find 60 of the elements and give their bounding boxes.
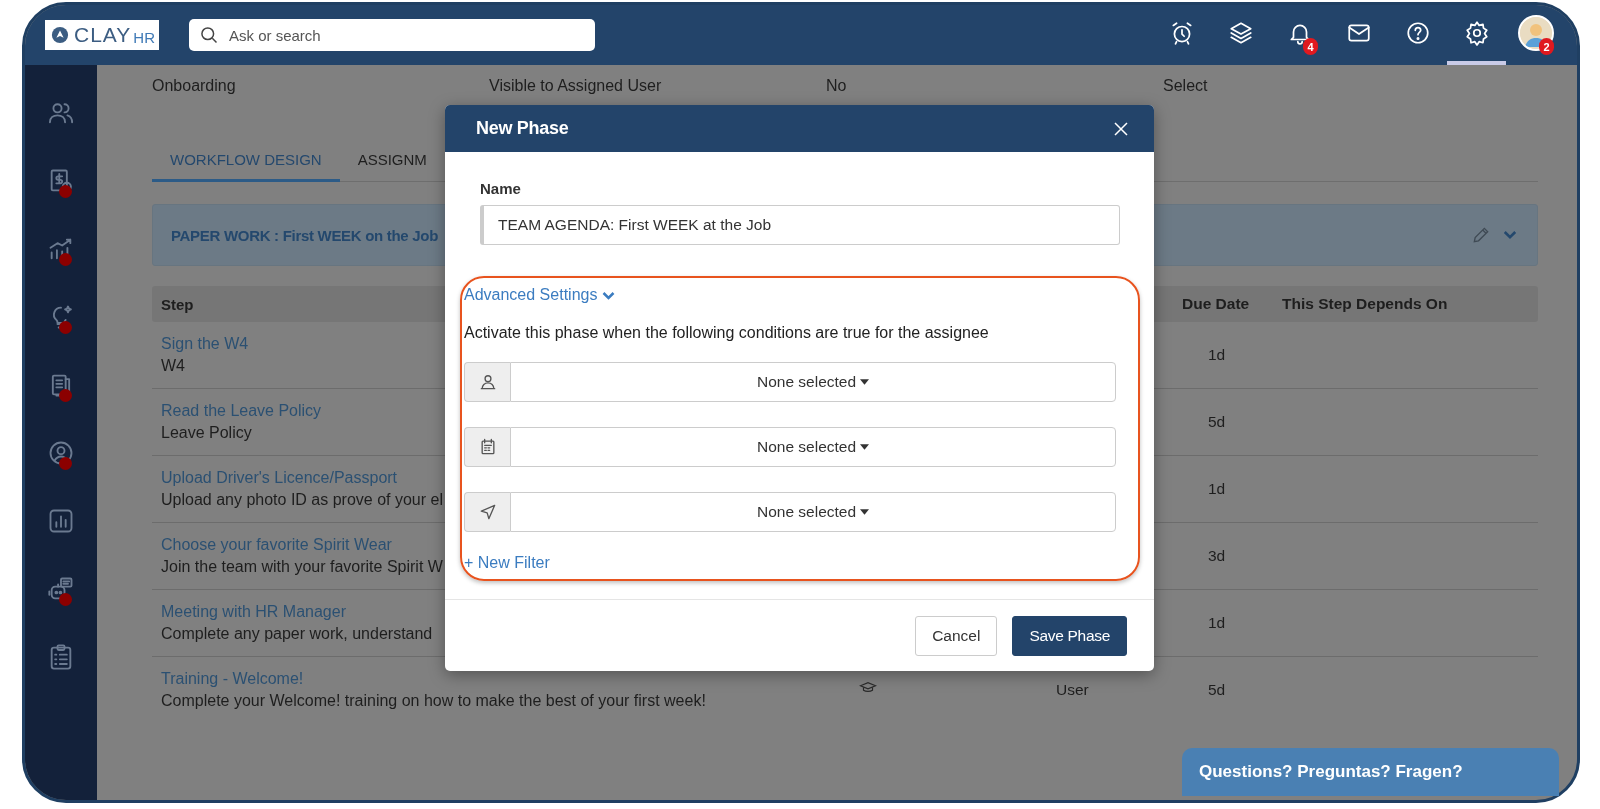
- phase-title: PAPER WORK : First WEEK on the Job: [171, 226, 439, 244]
- notification-badge: 2: [1539, 38, 1554, 55]
- table-cell-text: 1d: [1207, 614, 1226, 631]
- tab[interactable]: ASSIGNM: [339, 141, 445, 182]
- calendar-icon: [464, 427, 510, 468]
- dropdown[interactable]: None selected: [510, 492, 1116, 533]
- table-cell-text: 5d: [1207, 681, 1226, 698]
- logo-mark-icon: [51, 26, 69, 44]
- logo[interactable]: CLAY HR: [45, 20, 159, 50]
- field-value: Onboarding: [152, 77, 237, 95]
- toolbar-button[interactable]: 4: [1270, 5, 1329, 65]
- tab[interactable]: WORKFLOW DESIGN: [152, 141, 340, 182]
- search-icon: [199, 25, 219, 45]
- save-button[interactable]: Save Phase: [1012, 615, 1127, 656]
- help-icon: [1404, 20, 1431, 46]
- modal-title: New Phase: [476, 118, 569, 140]
- logo-text: CLAY: [74, 23, 132, 47]
- chat-button[interactable]: Questions? Preguntas? Fragen?: [1182, 748, 1559, 796]
- step-description: Upload any photo ID as prove of your el: [161, 491, 443, 509]
- logo-suffix: HR: [133, 28, 155, 46]
- dropdown[interactable]: None selected: [510, 427, 1116, 468]
- dropdown[interactable]: None selected: [510, 362, 1116, 403]
- advanced-settings-link[interactable]: Advanced Settings: [464, 286, 617, 305]
- caret-icon: [860, 509, 870, 516]
- field-value: No: [826, 77, 848, 95]
- layers-icon: [1227, 20, 1254, 46]
- field-label: Name: [480, 180, 522, 198]
- table-cell-text: 5d: [1207, 413, 1226, 430]
- settings-icon: [1463, 20, 1490, 46]
- step-description: Join the team with your favorite Spirit W: [161, 558, 443, 576]
- caret-icon: [860, 444, 870, 451]
- table-cell-text: 1d: [1207, 346, 1226, 363]
- notification-badge: 4: [1303, 38, 1318, 55]
- search-input[interactable]: Ask or search: [227, 25, 585, 45]
- column-header: Due Date: [1182, 295, 1250, 313]
- step-description: W4: [161, 357, 185, 375]
- name-field[interactable]: TEAM AGENDA: First WEEK at the Job: [480, 205, 1120, 246]
- instruction-text: Activate this phase when the following conditions are true for the assignee: [464, 324, 990, 343]
- field-value: Visible to Assigned User: [489, 77, 663, 95]
- step-description: Complete your Welcome! training on how to make the best of your first week!: [161, 692, 706, 710]
- edit-icon[interactable]: [1471, 225, 1491, 245]
- toolbar-button[interactable]: 2: [1506, 5, 1565, 65]
- table-cell-text: 3d: [1207, 547, 1226, 564]
- step-description: Complete any paper work, understand: [161, 625, 433, 643]
- caret-icon: [860, 379, 870, 386]
- search-field[interactable]: Ask or search: [189, 19, 595, 51]
- person-icon: [464, 362, 510, 403]
- table-cell-text: User: [1055, 681, 1089, 698]
- column-header: This Step Depends On: [1282, 295, 1448, 313]
- field-value: Select: [1163, 77, 1209, 95]
- cancel-button[interactable]: Cancel: [915, 615, 998, 656]
- step-description: Leave Policy: [161, 424, 252, 442]
- new-filter-link[interactable]: + New Filter: [464, 554, 550, 573]
- column-header: Step: [160, 295, 194, 313]
- close-icon[interactable]: [1112, 119, 1130, 138]
- avatar-icon: [1517, 15, 1554, 51]
- bar-chart-icon[interactable]: [47, 507, 75, 535]
- user-circle-icon[interactable]: [47, 439, 75, 467]
- table-cell-text: 1d: [1207, 480, 1226, 497]
- robot-icon[interactable]: [47, 575, 75, 603]
